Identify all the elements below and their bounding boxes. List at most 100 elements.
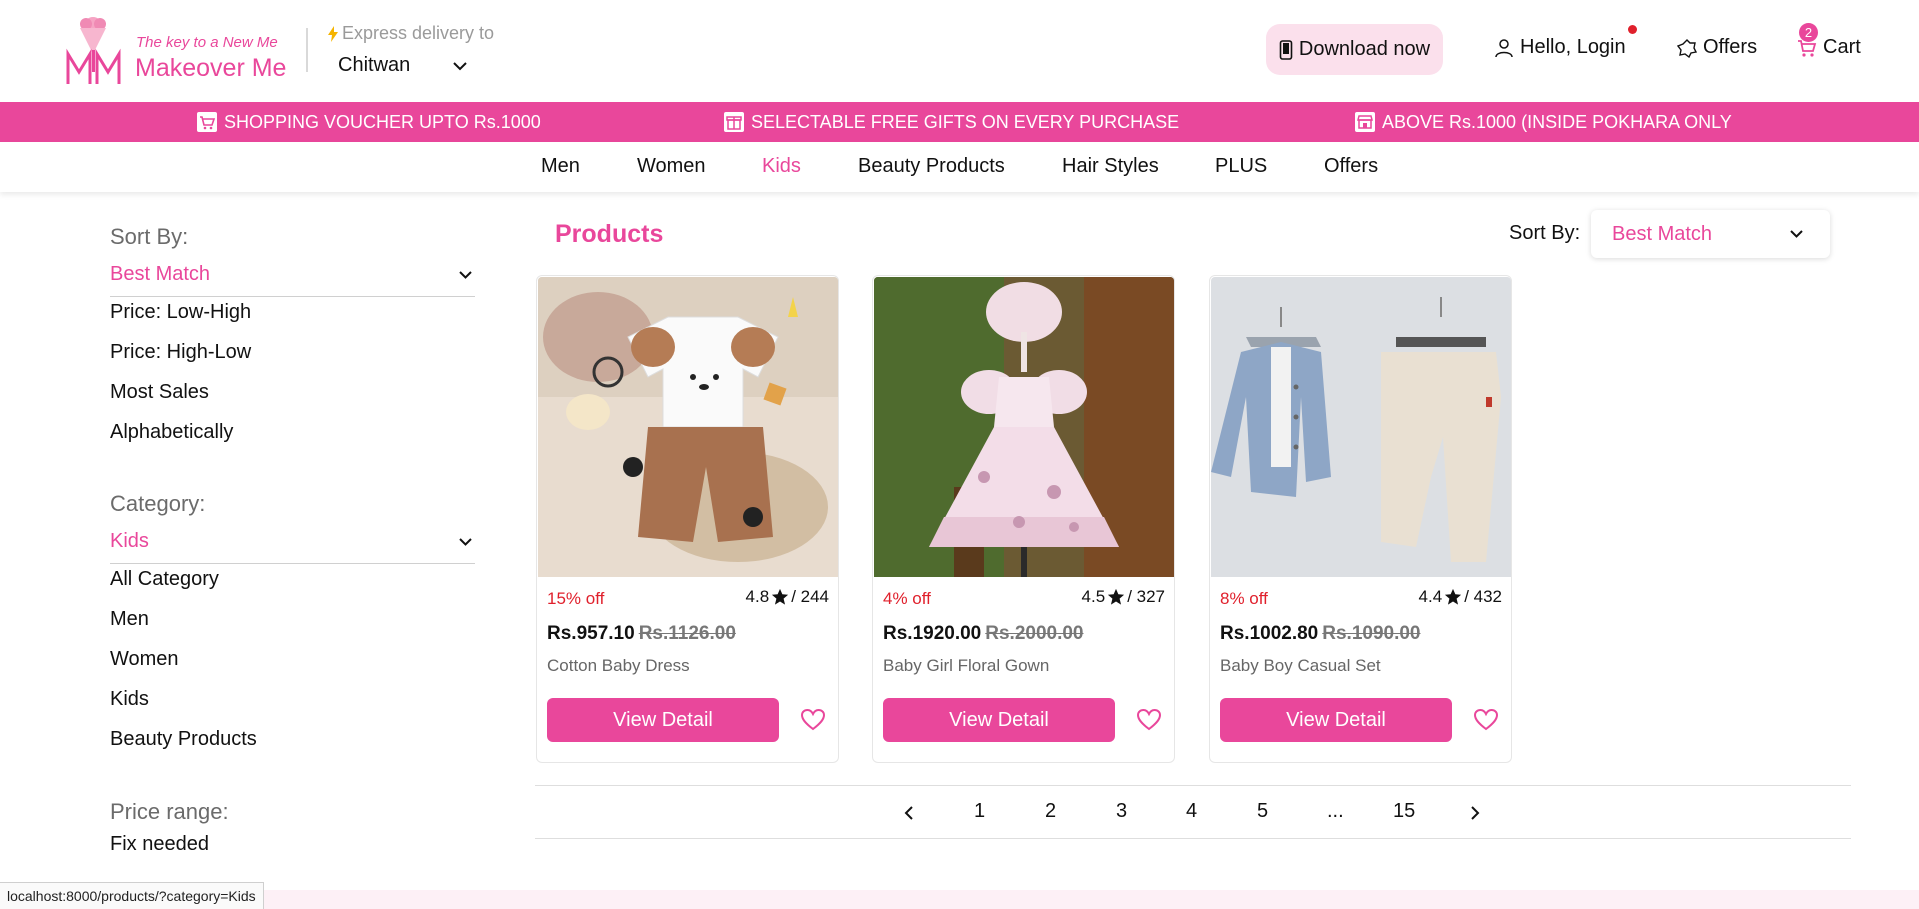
logo-icon	[66, 17, 121, 84]
chevron-down-icon	[459, 538, 472, 546]
logo[interactable]: The key to a New Me Makeover Me	[66, 14, 296, 88]
category-option-all[interactable]: All Category	[110, 568, 219, 591]
star-icon	[772, 588, 789, 605]
current-price: Rs.1002.80	[1220, 623, 1319, 644]
heart-icon[interactable]	[1473, 708, 1499, 732]
pagination: 1 2 3 4 5 ... 15	[535, 785, 1851, 839]
sort-select[interactable]: Best Match	[1591, 210, 1830, 258]
notification-dot	[1628, 25, 1637, 34]
nav-item-plus[interactable]: PLUS	[1215, 155, 1267, 178]
location-select[interactable]: Chitwan	[338, 54, 468, 77]
product-card: 8% off 4.4 / 432 Rs.1002.80 Rs.1090.00 Ba…	[1209, 275, 1512, 763]
shop-icon	[1355, 112, 1375, 132]
chevron-down-icon	[459, 271, 472, 279]
star-icon	[1445, 588, 1462, 605]
page-5[interactable]: 5	[1257, 800, 1268, 823]
sidebar-category-value: Kids	[110, 530, 149, 552]
products-title: Products	[555, 220, 664, 248]
sidebar-sort-select[interactable]: Best Match	[110, 263, 475, 297]
star-icon	[1108, 588, 1125, 605]
download-app-label: Download now	[1298, 38, 1431, 60]
offers-link[interactable]: Offers	[1677, 36, 1757, 59]
category-nav: Men Women Kids Beauty Products Hair Styl…	[0, 142, 1919, 192]
rating-value: 4.8	[745, 587, 770, 606]
price-range-heading: Price range:	[110, 799, 229, 824]
nav-item-hair-styles[interactable]: Hair Styles	[1062, 155, 1159, 178]
express-delivery-label: Express delivery to	[327, 23, 494, 44]
status-bar-url: localhost:8000/products/?category=Kids	[0, 882, 264, 909]
promo-voucher: SHOPPING VOUCHER UPTO Rs.1000	[196, 111, 541, 133]
download-app-button[interactable]: Download now	[1266, 24, 1443, 75]
category-option-beauty-products[interactable]: Beauty Products	[110, 728, 257, 751]
site-header: The key to a New Me Makeover Me Express …	[0, 0, 1919, 102]
product-image[interactable]	[1211, 277, 1511, 577]
view-detail-button[interactable]: View Detail	[1220, 698, 1452, 742]
nav-item-kids[interactable]: Kids	[762, 155, 801, 178]
page-1[interactable]: 1	[974, 800, 985, 823]
promo-voucher-text: SHOPPING VOUCHER UPTO Rs.1000	[224, 111, 541, 132]
product-rating: 4.8 / 244	[746, 587, 829, 607]
price-range-value: Fix needed	[110, 833, 209, 855]
review-count: / 244	[791, 587, 829, 606]
sidebar-category-select[interactable]: Kids	[110, 530, 475, 564]
nav-item-women[interactable]: Women	[637, 155, 706, 178]
header-divider	[306, 28, 308, 72]
product-name[interactable]: Baby Girl Floral Gown	[883, 656, 1049, 676]
page-4[interactable]: 4	[1186, 800, 1197, 823]
chevron-left-icon[interactable]	[903, 805, 915, 821]
product-name[interactable]: Baby Boy Casual Set	[1220, 656, 1381, 676]
discount-label: 15% off	[547, 589, 605, 608]
view-detail-button[interactable]: View Detail	[547, 698, 779, 742]
review-count: / 432	[1464, 587, 1502, 606]
gift-icon	[1677, 38, 1697, 58]
heart-icon[interactable]	[1136, 708, 1162, 732]
chevron-down-icon	[1790, 230, 1803, 238]
product-rating: 4.4 / 432	[1419, 587, 1502, 607]
page-15[interactable]: 15	[1393, 800, 1415, 823]
nav-item-men[interactable]: Men	[541, 155, 580, 178]
promo-gifts: SELECTABLE FREE GIFTS ON EVERY PURCHASE	[723, 111, 1179, 133]
nav-item-beauty-products[interactable]: Beauty Products	[858, 155, 1005, 178]
category-option-women[interactable]: Women	[110, 648, 179, 671]
sort-heading: Sort By:	[110, 224, 189, 249]
page-3[interactable]: 3	[1116, 800, 1127, 823]
view-detail-button[interactable]: View Detail	[883, 698, 1115, 742]
page-2[interactable]: 2	[1045, 800, 1056, 823]
review-count: / 327	[1127, 587, 1165, 606]
nav-item-offers[interactable]: Offers	[1324, 155, 1378, 178]
price-row: Rs.1002.80 Rs.1090.00	[1220, 623, 1421, 645]
bolt-icon	[328, 25, 338, 42]
sort-option-price-high-low[interactable]: Price: High-Low	[110, 341, 251, 364]
sort-option-alphabetically[interactable]: Alphabetically	[110, 421, 233, 444]
sort-option-price-low-high[interactable]: Price: Low-High	[110, 301, 251, 324]
logo-name: Makeover Me	[135, 54, 287, 82]
discount-label: 8% off	[1220, 589, 1268, 608]
category-option-kids[interactable]: Kids	[110, 688, 149, 711]
express-delivery-text: Express delivery to	[342, 23, 495, 43]
product-image[interactable]	[874, 277, 1174, 577]
promo-bar: SHOPPING VOUCHER UPTO Rs.1000 SELECTABLE…	[0, 102, 1919, 142]
price-row: Rs.957.10 Rs.1126.00	[547, 623, 736, 645]
offers-label: Offers	[1703, 36, 1758, 58]
product-photo-cotton-dress	[538, 277, 838, 577]
chevron-down-icon	[453, 61, 467, 70]
promo-delivery-text: ABOVE Rs.1000 (INSIDE POKHARA ONLY	[1382, 111, 1732, 132]
chevron-right-icon[interactable]	[1469, 805, 1481, 821]
gift-icon	[724, 112, 744, 132]
price-row: Rs.1920.00 Rs.2000.00	[883, 623, 1084, 645]
promo-gifts-text: SELECTABLE FREE GIFTS ON EVERY PURCHASE	[751, 111, 1180, 132]
sort-option-most-sales[interactable]: Most Sales	[110, 381, 209, 404]
current-price: Rs.957.10	[547, 623, 635, 644]
product-card: 4% off 4.5 / 327 Rs.1920.00 Rs.2000.00 Ba…	[872, 275, 1175, 763]
product-photo-casual-set	[1211, 277, 1511, 577]
sort-select-value: Best Match	[1612, 222, 1713, 245]
category-option-men[interactable]: Men	[110, 608, 149, 631]
category-heading: Category:	[110, 491, 206, 516]
original-price: Rs.1090.00	[1322, 623, 1421, 644]
login-link[interactable]: Hello, Login	[1494, 36, 1626, 59]
footer-strip	[0, 890, 1919, 909]
heart-icon[interactable]	[800, 708, 826, 732]
product-image[interactable]	[538, 277, 838, 577]
product-name[interactable]: Cotton Baby Dress	[547, 656, 690, 676]
page-ellipsis: ...	[1327, 800, 1344, 822]
